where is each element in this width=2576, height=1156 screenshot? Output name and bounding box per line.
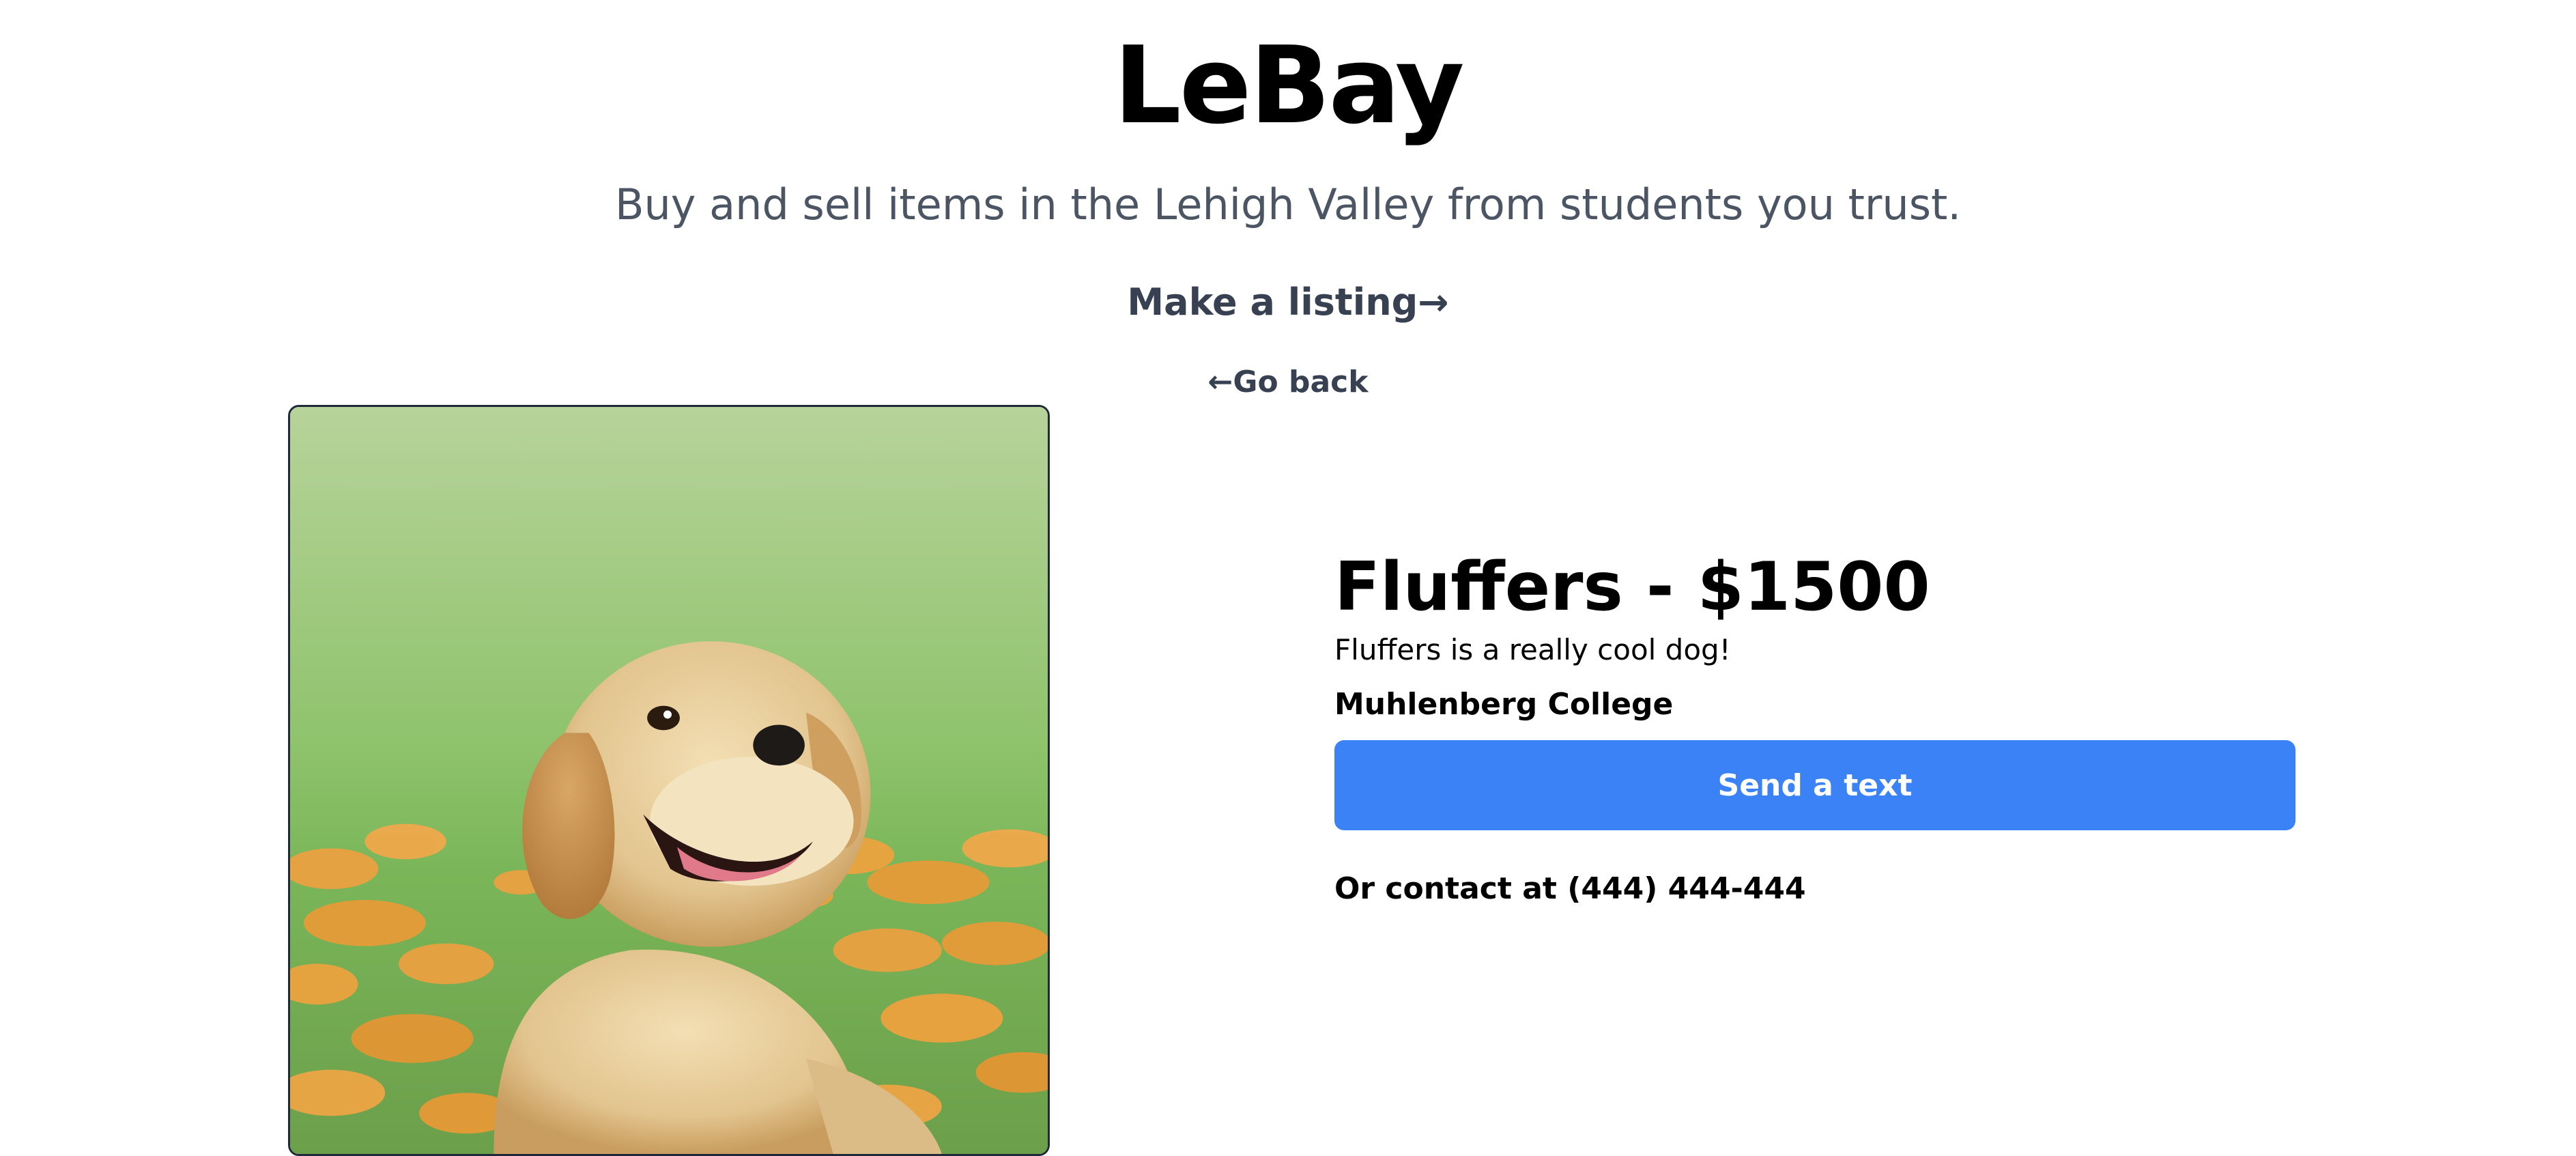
make-listing-link[interactable]: Make a listing→ [0, 277, 2576, 328]
contact-phone: Or contact at (444) 444-444 [1334, 871, 1806, 906]
puppy-image [290, 407, 1048, 1154]
listing-title: Fluffers - $1500 [1334, 548, 1930, 626]
site-title: LeBay [1113, 23, 1464, 147]
send-text-button[interactable]: Send a text [1334, 740, 2295, 830]
site-tagline: Buy and sell items in the Lehigh Valley … [614, 180, 1962, 229]
listing-description: Fluffers is a really cool dog! [1334, 633, 1731, 666]
listing-photo [288, 405, 1050, 1156]
listing-details: Fluffers - $1500 Fluffers is a really co… [1334, 546, 2297, 910]
go-back-link[interactable]: ←Go back [0, 362, 2576, 403]
listing-school: Muhlenberg College [1334, 687, 1674, 722]
